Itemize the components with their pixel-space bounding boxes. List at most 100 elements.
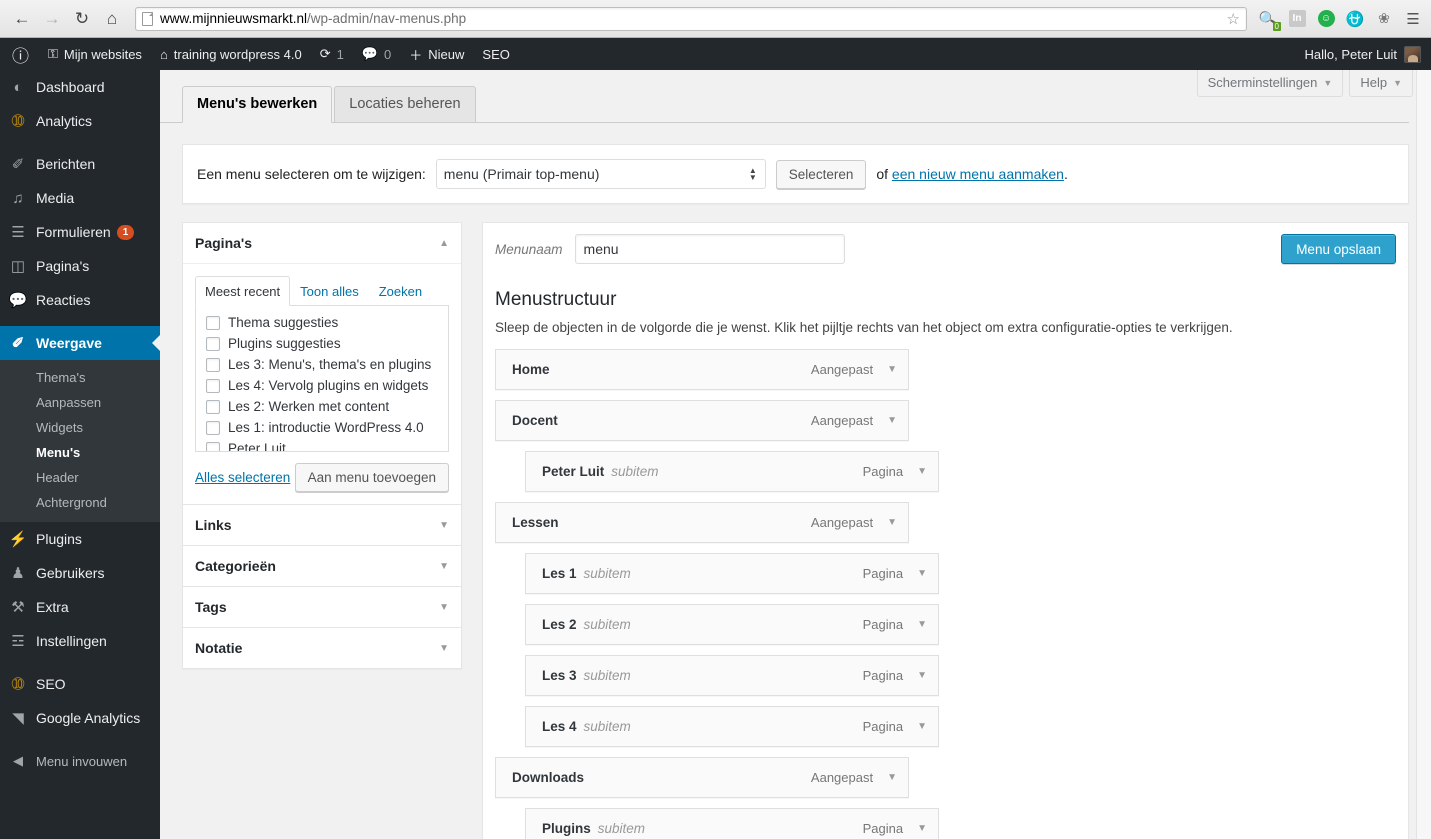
list-item[interactable]: Plugins suggesties xyxy=(206,336,438,351)
sidebar-item-google-analytics[interactable]: ◥ Google Analytics xyxy=(0,701,160,735)
table-row[interactable]: Les 2 subitem Pagina ▼ xyxy=(525,604,939,645)
list-item[interactable]: Les 4: Vervolg plugins en widgets xyxy=(206,378,438,393)
panel-paginas-header[interactable]: Pagina's ▲ xyxy=(183,223,461,264)
inner-tab-toon-alles[interactable]: Toon alles xyxy=(290,276,369,306)
sidebar-item-gebruikers[interactable]: ♟ Gebruikers xyxy=(0,556,160,590)
table-row[interactable]: Downloads Aangepast ▼ xyxy=(495,757,909,798)
list-item[interactable]: Les 1: introductie WordPress 4.0 xyxy=(206,420,438,435)
adminbar-updates[interactable]: ⟳ 1 xyxy=(311,38,353,70)
checkbox[interactable] xyxy=(206,315,220,330)
adminbar-seo[interactable]: SEO xyxy=(473,38,518,70)
chevron-down-icon[interactable]: ▼ xyxy=(887,772,897,783)
menu-select-dropdown[interactable]: menu (Primair top-menu) xyxy=(435,159,766,189)
sidebar-item-collapse[interactable]: ◀ Menu invouwen xyxy=(0,744,160,778)
panel-categorieen-header[interactable]: Categorieën ▼ xyxy=(183,546,461,586)
help-button[interactable]: Help ▼ xyxy=(1349,70,1413,97)
checkbox[interactable] xyxy=(206,357,220,372)
checkbox[interactable] xyxy=(206,420,220,435)
save-menu-button[interactable]: Menu opslaan xyxy=(1281,234,1396,264)
bug-extension-icon[interactable]: ❀ xyxy=(1374,9,1394,29)
evernote-extension-icon[interactable]: ☺ xyxy=(1316,9,1336,29)
paginas-checkbox-list[interactable]: Thema suggesties Plugins suggesties Les … xyxy=(195,306,449,452)
menu-name-input[interactable] xyxy=(574,234,845,264)
chevron-down-icon[interactable]: ▼ xyxy=(917,670,927,681)
browser-menu-icon[interactable]: ☰ xyxy=(1403,9,1423,29)
sidebar-subitem-widgets[interactable]: Widgets xyxy=(0,415,160,440)
sidebar-item-formulieren[interactable]: ☰ Formulieren 1 xyxy=(0,215,160,249)
sidebar-subitem-menus[interactable]: Menu's xyxy=(0,440,160,465)
forward-icon[interactable]: → xyxy=(38,5,66,33)
table-row[interactable]: Docent Aangepast ▼ xyxy=(495,400,909,441)
chevron-down-icon[interactable]: ▼ xyxy=(917,619,927,630)
table-row[interactable]: Lessen Aangepast ▼ xyxy=(495,502,909,543)
sidebar-subitem-achtergrond[interactable]: Achtergrond xyxy=(0,490,160,515)
inner-tab-zoeken[interactable]: Zoeken xyxy=(369,276,432,306)
triangle-down-icon[interactable]: ▼ xyxy=(439,520,449,531)
wordpress-logo-icon[interactable]: ⓘ xyxy=(0,42,39,67)
panel-tags-header[interactable]: Tags ▼ xyxy=(183,587,461,627)
back-icon[interactable]: ← xyxy=(8,5,36,33)
reload-icon[interactable]: ↻ xyxy=(68,5,96,33)
sidebar-item-reacties[interactable]: 💬 Reacties xyxy=(0,283,160,317)
sidebar-item-berichten[interactable]: ✐ Berichten xyxy=(0,147,160,181)
chevron-down-icon[interactable]: ▼ xyxy=(917,823,927,834)
select-menu-button[interactable]: Selecteren xyxy=(775,159,867,189)
select-all-link[interactable]: Alles selecteren xyxy=(195,470,290,485)
adminbar-new[interactable]: ＋ Nieuw xyxy=(400,38,473,70)
create-new-menu-link[interactable]: een nieuw menu aanmaken xyxy=(892,166,1064,182)
sidebar-subitem-aanpassen[interactable]: Aanpassen xyxy=(0,390,160,415)
sidebar-subitem-header[interactable]: Header xyxy=(0,465,160,490)
list-item[interactable]: Les 3: Menu's, thema's en plugins xyxy=(206,357,438,372)
panel-notatie-header[interactable]: Notatie ▼ xyxy=(183,628,461,668)
search-extension-icon[interactable]: 🔍 0 xyxy=(1257,9,1281,31)
table-row[interactable]: Peter Luit subitem Pagina ▼ xyxy=(525,451,939,492)
triangle-down-icon[interactable]: ▼ xyxy=(439,602,449,613)
triangle-down-icon[interactable]: ▼ xyxy=(439,643,449,654)
chevron-down-icon[interactable]: ▼ xyxy=(887,415,897,426)
sidebar-item-seo[interactable]: ➉ SEO xyxy=(0,667,160,701)
triangle-up-icon[interactable]: ▲ xyxy=(439,238,449,249)
sidebar-item-plugins[interactable]: ⚡ Plugins xyxy=(0,522,160,556)
table-row[interactable]: Les 3 subitem Pagina ▼ xyxy=(525,655,939,696)
triangle-down-icon[interactable]: ▼ xyxy=(439,561,449,572)
adminbar-comments[interactable]: 💬 0 xyxy=(353,38,400,70)
list-item[interactable]: Thema suggesties xyxy=(206,315,438,330)
adminbar-account[interactable]: Hallo, Peter Luit xyxy=(1305,45,1431,63)
sidebar-item-instellingen[interactable]: ☲ Instellingen xyxy=(0,624,160,658)
shield-extension-icon[interactable]: ⛎ xyxy=(1345,9,1365,29)
add-to-menu-button[interactable]: Aan menu toevoegen xyxy=(294,463,449,492)
chevron-down-icon[interactable]: ▼ xyxy=(917,568,927,579)
adminbar-site-name[interactable]: ⌂ training wordpress 4.0 xyxy=(151,38,311,70)
sidebar-item-analytics[interactable]: ➉ Analytics xyxy=(0,104,160,138)
chevron-down-icon[interactable]: ▼ xyxy=(887,364,897,375)
tab-menus-bewerken[interactable]: Menu's bewerken xyxy=(182,86,333,123)
sidebar-item-paginas[interactable]: ◫ Pagina's xyxy=(0,249,160,283)
tab-locaties-beheren[interactable]: Locaties beheren xyxy=(334,86,476,123)
table-row[interactable]: Les 1 subitem Pagina ▼ xyxy=(525,553,939,594)
address-bar[interactable]: www.mijnnieuwsmarkt.nl/wp-admin/nav-menu… xyxy=(135,6,1247,31)
panel-links-header[interactable]: Links ▼ xyxy=(183,505,461,545)
sidebar-item-extra[interactable]: ⚒ Extra xyxy=(0,590,160,624)
linkedin-extension-icon[interactable]: In xyxy=(1287,9,1307,29)
inner-tab-meest-recent[interactable]: Meest recent xyxy=(195,276,291,306)
table-row[interactable]: Les 4 subitem Pagina ▼ xyxy=(525,706,939,747)
sidebar-item-weergave[interactable]: ✐ Weergave xyxy=(0,326,160,360)
chevron-down-icon[interactable]: ▼ xyxy=(917,721,927,732)
list-item[interactable]: Peter Luit xyxy=(206,441,438,451)
page-scrollbar[interactable] xyxy=(1416,70,1431,839)
list-item[interactable]: Les 2: Werken met content xyxy=(206,399,438,414)
adminbar-my-sites[interactable]: ⚿ Mijn websites xyxy=(39,38,151,70)
sidebar-subitem-themas[interactable]: Thema's xyxy=(0,365,160,390)
checkbox[interactable] xyxy=(206,399,220,414)
checkbox[interactable] xyxy=(206,336,220,351)
bookmark-star-icon[interactable]: ☆ xyxy=(1227,10,1240,28)
checkbox[interactable] xyxy=(206,378,220,393)
screen-options-button[interactable]: Scherminstellingen ▼ xyxy=(1196,70,1344,97)
sidebar-item-dashboard[interactable]: ◐ Dashboard xyxy=(0,70,160,104)
table-row[interactable]: Plugins subitem Pagina ▼ xyxy=(525,808,939,839)
checkbox[interactable] xyxy=(206,441,220,451)
table-row[interactable]: Home Aangepast ▼ xyxy=(495,349,909,390)
sidebar-item-media[interactable]: ♫ Media xyxy=(0,181,160,215)
home-icon[interactable]: ⌂ xyxy=(98,5,126,33)
chevron-down-icon[interactable]: ▼ xyxy=(887,517,897,528)
